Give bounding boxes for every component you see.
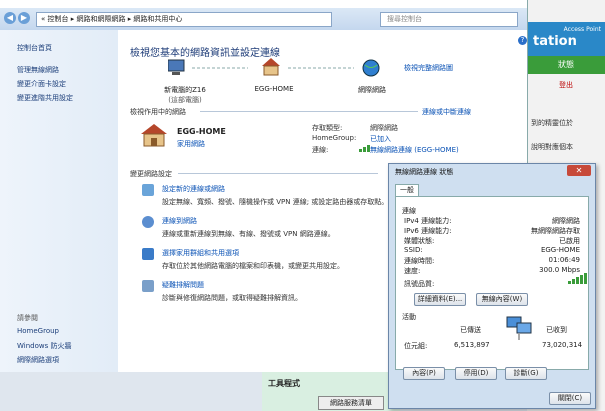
service-list-button[interactable]: 網路服務清單 — [318, 396, 384, 410]
details-button[interactable]: 詳細資料(E)... — [414, 293, 466, 306]
connections-label: 連線: — [312, 146, 329, 154]
divider — [200, 111, 418, 112]
access-type-label: 存取類型: — [312, 124, 343, 132]
search-input[interactable]: 搜尋控制台 — [380, 12, 518, 27]
internet-label: 網際網路 — [358, 86, 386, 94]
page-title: 檢視您基本的網路資訊並設定連線 — [130, 48, 280, 59]
active-network-name: EGG-HOME — [177, 127, 226, 136]
close-icon[interactable]: ✕ — [567, 165, 591, 176]
sidebar-item-firewall[interactable]: Windows 防火牆 — [17, 341, 71, 351]
properties-button[interactable]: 內容(P) — [403, 367, 445, 380]
wireless-status-dialog: 無線網路連線 狀態 ✕ 一般 連線 IPv4 連線能力: 網際網路 IPv6 連線… — [388, 163, 596, 409]
info-row: SSID: EGG-HOME — [404, 246, 580, 254]
new-connection-icon — [142, 184, 154, 196]
web-text: 說明對應個本 — [531, 143, 573, 151]
forward-icon[interactable]: ▶ — [18, 12, 30, 24]
task-new-connection[interactable]: 設定新的連線或網路 設定無線、寬頻、撥號、隨機操作或 VPN 連線; 或設定路由… — [162, 184, 388, 207]
task-homegroup-options[interactable]: 選擇家用群組和共用選項 存取位於其他網路電腦的檔案和印表機，或變更共用設定。 — [162, 248, 344, 271]
info-row: 媒體狀態: 已啟用 — [404, 237, 580, 245]
sidebar-item-advanced[interactable]: 變更進階共用設定 — [17, 93, 73, 103]
connection-heading: 連線 — [402, 207, 416, 215]
web-header: Access Point tation — [527, 22, 605, 56]
task-title: 設定新的連線或網路 — [162, 185, 225, 193]
nav-buttons: ◀ ▶ — [4, 12, 32, 24]
network-label: EGG-HOME — [254, 85, 294, 93]
breadcrumb[interactable]: « 控制台 ▸ 網路和網際網路 ▸ 網路和共用中心 — [36, 12, 332, 27]
active-networks-heading: 檢視作用中的網路 — [130, 108, 186, 116]
diagnose-button[interactable]: 診斷(G) — [505, 367, 547, 380]
wireless-properties-button[interactable]: 無線內容(W) — [476, 293, 528, 306]
sidebar-item-homegroup[interactable]: HomeGroup — [17, 327, 59, 335]
connection-link[interactable]: 無線網路連線 (EGG-HOME) — [370, 145, 459, 155]
task-title: 選擇家用群組和共用選項 — [162, 249, 239, 257]
info-row: IPv6 連線能力: 無網際網路存取 — [404, 227, 580, 235]
connect-disconnect-link[interactable]: 連線或中斷連線 — [422, 107, 471, 117]
info-row: 速度: 300.0 Mbps — [404, 266, 580, 275]
disable-button[interactable]: 停用(D) — [455, 367, 497, 380]
task-title: 連線到網路 — [162, 217, 197, 225]
web-header-text: tation — [533, 34, 577, 49]
bytes-sent: 6,513,897 — [454, 341, 490, 349]
access-type-value: 網際網路 — [370, 124, 398, 132]
sidebar: 控制台首頁 管理無線網路 變更介面卡設定 變更進階共用設定 請參閱 HomeGr… — [0, 30, 118, 372]
change-settings-heading: 變更網路設定 — [130, 170, 172, 178]
homegroup-options-icon — [142, 248, 154, 260]
tools-label: 工具程式 — [268, 379, 300, 388]
computer-label: 新電腦的Z16 (這部電腦) — [164, 86, 206, 104]
sidebar-item-wireless[interactable]: 管理無線網路 — [17, 65, 59, 75]
web-text: 到的精靈位於 — [531, 119, 573, 127]
bytes-label: 位元組: — [404, 342, 428, 350]
close-button[interactable]: 關閉(C) — [549, 392, 591, 405]
full-map-link[interactable]: 檢視完整網路圖 — [404, 63, 453, 73]
web-tools-panel: 工具程式 網路服務清單 — [262, 372, 400, 411]
house-icon — [262, 58, 280, 66]
web-logout-link[interactable]: 登出 — [527, 80, 605, 90]
bytes-received: 73,020,314 — [542, 341, 583, 349]
task-desc: 存取位於其他網路電腦的檔案和印表機，或變更共用設定。 — [162, 262, 344, 270]
info-row: 連線時間: 01:06:49 — [404, 256, 580, 265]
info-row: IPv4 連線能力: 網際網路 — [404, 217, 580, 225]
troubleshoot-icon — [142, 280, 154, 292]
task-desc: 診斷與修復網路問題，或取得疑難排解資訊。 — [162, 294, 302, 302]
home-network-icon — [141, 124, 167, 147]
divider — [178, 173, 378, 174]
homegroup-link[interactable]: 已加入 — [370, 134, 391, 144]
signal-strength-icon — [568, 273, 588, 284]
dialog-title: 無線網路連線 狀態 — [395, 168, 454, 176]
dialog-body: 連線 IPv4 連線能力: 網際網路 IPv6 連線能力: 無網際網路存取 媒體狀態… — [395, 196, 589, 370]
see-also-heading: 請參閱 — [17, 314, 38, 322]
activity-heading: 活動 — [402, 313, 416, 321]
connect-network-icon — [142, 216, 154, 228]
help-icon[interactable]: ? — [518, 36, 527, 45]
computer-icon — [168, 59, 185, 72]
network-type-link[interactable]: 家用網路 — [177, 139, 205, 149]
task-desc: 設定無線、寬頻、撥號、隨機操作或 VPN 連線; 或設定路由器或存取點。 — [162, 198, 389, 206]
homegroup-label: HomeGroup: — [312, 134, 357, 142]
sent-label: 已傳送 — [460, 326, 481, 334]
task-title: 疑難排解問題 — [162, 281, 204, 289]
task-connect-network[interactable]: 連線到網路 連線或重新連線到無線、有線、撥號或 VPN 網路連線。 — [162, 216, 335, 239]
received-label: 已收到 — [546, 326, 567, 334]
network-map — [168, 58, 380, 77]
sidebar-item-adapter[interactable]: 變更介面卡設定 — [17, 79, 66, 89]
network-activity-icon — [506, 316, 532, 340]
sidebar-item-internet-options[interactable]: 網際網路選項 — [17, 355, 59, 365]
back-icon[interactable]: ◀ — [4, 12, 16, 24]
signal-quality-label: 訊號品質: — [404, 280, 435, 288]
tab-general[interactable]: 一般 — [395, 184, 419, 196]
web-status-tab[interactable]: 狀態 — [527, 56, 605, 74]
task-troubleshoot[interactable]: 疑難排解問題 診斷與修復網路問題，或取得疑難排解資訊。 — [162, 280, 302, 303]
access-point-label: Access Point — [563, 26, 601, 33]
task-desc: 連線或重新連線到無線、有線、撥號或 VPN 網路連線。 — [162, 230, 335, 238]
sidebar-item-home[interactable]: 控制台首頁 — [17, 43, 52, 53]
